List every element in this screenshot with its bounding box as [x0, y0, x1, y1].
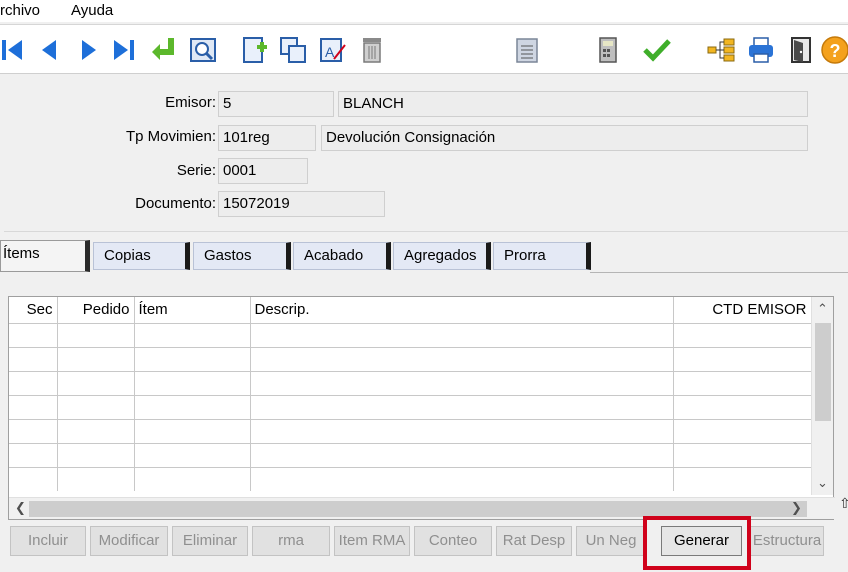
vertical-scroll-thumb[interactable]	[815, 323, 831, 421]
printer-icon[interactable]	[746, 35, 776, 65]
table-row[interactable]	[9, 442, 812, 467]
calculator-icon[interactable]	[593, 35, 623, 65]
table-row[interactable]	[9, 394, 812, 419]
preview-icon[interactable]	[188, 35, 218, 65]
tab-copias[interactable]: Copias	[93, 242, 190, 270]
tab-items[interactable]: Ítems	[0, 240, 90, 272]
table-row[interactable]	[9, 466, 812, 491]
incluir-button[interactable]: Incluir	[10, 526, 86, 556]
estructura-button[interactable]: Estructura	[750, 526, 824, 556]
documento-field[interactable]: 15072019	[218, 191, 385, 217]
serie-label: Serie:	[176, 162, 216, 179]
un-neg-button[interactable]: Un Neg	[576, 526, 646, 556]
table-row[interactable]	[9, 346, 812, 371]
tpmov-name-field: Devolución Consignación	[321, 125, 808, 151]
col-header-sec[interactable]: Sec	[9, 297, 58, 323]
last-record-icon[interactable]	[108, 35, 138, 65]
tpmov-label: Tp Movimien:	[125, 128, 216, 145]
scroll-up-icon[interactable]: ⌃	[817, 301, 828, 317]
mouse-cursor-icon: ⇧	[839, 495, 848, 511]
table-row[interactable]	[9, 322, 812, 347]
help-icon[interactable]: ?	[820, 35, 848, 65]
toolbar: A ?	[0, 24, 848, 74]
rat-desp-button[interactable]: Rat Desp	[496, 526, 572, 556]
scroll-right-icon[interactable]: ❯	[791, 500, 802, 516]
menu-archivo[interactable]: rchivo	[0, 2, 40, 19]
col-header-ctd-emisor[interactable]: CTD EMISOR	[673, 297, 812, 323]
tab-baseline	[590, 272, 848, 273]
modificar-button[interactable]: Modificar	[90, 526, 168, 556]
tab-gastos[interactable]: Gastos	[193, 242, 291, 270]
col-header-pedido[interactable]: Pedido	[57, 297, 135, 323]
tab-agregados[interactable]: Agregados	[393, 242, 491, 270]
menu-ayuda[interactable]: Ayuda	[71, 2, 113, 19]
col-header-item[interactable]: Ítem	[134, 297, 251, 323]
emisor-name-field: BLANCH	[338, 91, 808, 117]
emisor-label: Emisor:	[165, 94, 216, 111]
tab-acabado[interactable]: Acabado	[293, 242, 391, 270]
scroll-down-icon[interactable]: ⌄	[817, 475, 828, 491]
items-table: Sec Pedido Ítem Descrip. CTD EMISOR	[9, 297, 812, 491]
horizontal-scroll-thumb[interactable]	[29, 501, 807, 517]
tpmov-code-field[interactable]: 101reg	[218, 125, 316, 151]
serie-field[interactable]: 0001	[218, 158, 308, 184]
copy-icon[interactable]	[278, 35, 308, 65]
conteo-button[interactable]: Conteo	[414, 526, 492, 556]
rma-button[interactable]: rma	[252, 526, 330, 556]
col-header-descrip[interactable]: Descrip.	[250, 297, 674, 323]
tab-strip: Ítems Copias Gastos Acabado Agregados Pr…	[0, 238, 848, 274]
vertical-scrollbar[interactable]: ⌃ ⌄	[811, 297, 833, 495]
return-icon[interactable]	[150, 35, 180, 65]
exit-door-icon[interactable]	[786, 35, 816, 65]
header-form: Emisor: 5 BLANCH Tp Movimien: 101reg Dev…	[4, 80, 848, 232]
items-grid[interactable]: Sec Pedido Ítem Descrip. CTD EMISOR ⌃ ⌄ …	[8, 296, 835, 520]
highlight-box	[643, 516, 751, 570]
tree-structure-icon[interactable]	[706, 35, 736, 65]
svg-text:?: ?	[830, 41, 841, 61]
prev-record-icon[interactable]	[34, 35, 64, 65]
new-document-icon[interactable]	[240, 35, 270, 65]
trash-icon[interactable]	[357, 35, 387, 65]
item-rma-button[interactable]: Item RMA	[334, 526, 410, 556]
documento-label: Documento:	[135, 195, 216, 212]
edit-text-icon[interactable]: A	[318, 35, 348, 65]
table-row[interactable]	[9, 370, 812, 395]
clipboard-icon[interactable]	[512, 35, 542, 65]
scroll-left-icon[interactable]: ❮	[15, 500, 26, 516]
tab-prorra[interactable]: Prorra	[493, 242, 591, 270]
first-record-icon[interactable]	[0, 35, 30, 65]
table-row[interactable]	[9, 418, 812, 443]
confirm-check-icon[interactable]	[642, 35, 672, 65]
eliminar-button[interactable]: Eliminar	[172, 526, 248, 556]
svg-text:A: A	[325, 44, 335, 60]
next-record-icon[interactable]	[74, 35, 104, 65]
menu-bar: rchivo Ayuda	[0, 0, 848, 22]
emisor-code-field[interactable]: 5	[218, 91, 334, 117]
